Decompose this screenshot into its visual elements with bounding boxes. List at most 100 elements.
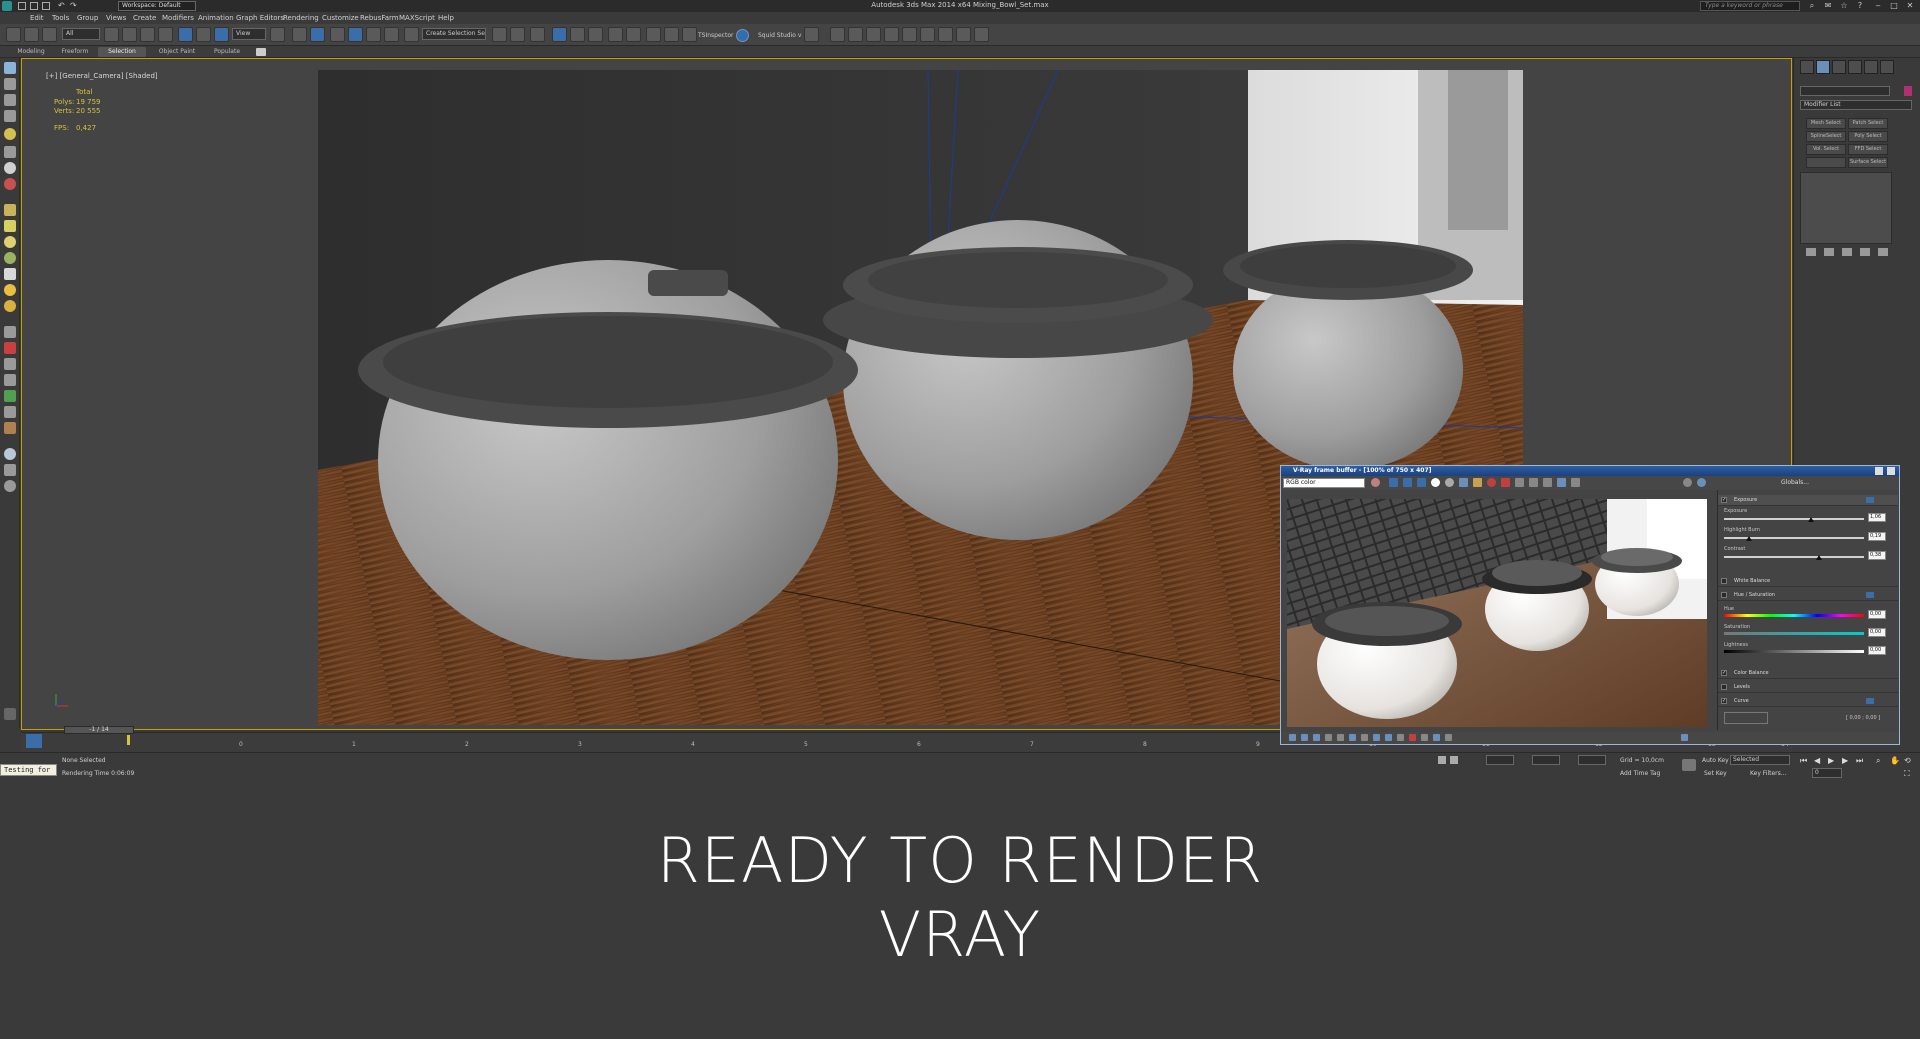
vfb-bottom-icon-2[interactable] <box>1301 734 1308 741</box>
expand-arrow-icon[interactable] <box>4 708 16 720</box>
globals-button[interactable]: Globals... <box>1781 479 1809 486</box>
camera-icon[interactable] <box>4 146 16 158</box>
spacewarp-icon[interactable] <box>4 358 16 370</box>
display-icon[interactable] <box>4 110 16 122</box>
exposure-checkbox[interactable]: ✓ <box>1721 497 1727 503</box>
remove-modifier-icon[interactable] <box>1860 248 1870 256</box>
vfb-bottom-icon-12[interactable] <box>1421 734 1428 741</box>
menu-modifiers[interactable]: Modifiers <box>162 14 194 22</box>
search-icon[interactable]: ⌕ <box>1806 1 1818 11</box>
select-rotate-icon[interactable] <box>196 27 211 42</box>
graphite-toggle-icon[interactable] <box>570 27 585 42</box>
track-mouse-icon[interactable] <box>1529 478 1538 487</box>
favorites-icon[interactable]: ☆ <box>1838 1 1850 11</box>
red-channel-icon[interactable] <box>1389 478 1398 487</box>
plugin-4-icon[interactable] <box>866 27 881 42</box>
align-icon[interactable] <box>510 27 525 42</box>
rendered-frame-window-icon[interactable] <box>664 27 679 42</box>
curve-row[interactable]: ✓ Curve <box>1718 696 1898 707</box>
vfb-bottom-icon-3[interactable] <box>1313 734 1320 741</box>
history-icon[interactable] <box>1543 478 1552 487</box>
tab-object-paint[interactable]: Object Paint <box>152 47 202 57</box>
search-input[interactable]: Type a keyword or phrase <box>1700 1 1800 11</box>
select-scale-icon[interactable] <box>214 27 229 42</box>
maximize-viewport-icon[interactable]: ⛶ <box>1904 769 1910 779</box>
z-coordinate-field[interactable] <box>1578 755 1606 765</box>
mesh-select-button[interactable]: Mesh Select <box>1806 118 1846 129</box>
menu-tools[interactable]: Tools <box>52 14 69 22</box>
tab-populate[interactable]: Populate <box>206 47 248 57</box>
absolute-mode-icon[interactable] <box>1450 756 1458 764</box>
vfb-minimize-icon[interactable] <box>1875 467 1883 475</box>
plugin-2-icon[interactable] <box>830 27 845 42</box>
plugin-10-icon[interactable] <box>974 27 989 42</box>
hue-saturation-options-icon[interactable] <box>1866 592 1874 598</box>
render-setup-icon[interactable] <box>646 27 661 42</box>
modifier-stack[interactable] <box>1800 172 1892 244</box>
lightness-value[interactable]: 0,00 <box>1868 646 1886 655</box>
save-image-icon[interactable] <box>1371 478 1380 487</box>
blue-channel-icon[interactable] <box>1417 478 1426 487</box>
vray-frame-buffer-window[interactable]: V-Ray frame buffer - [100% of 750 x 407]… <box>1280 465 1900 745</box>
spinner-snap-icon[interactable] <box>384 27 399 42</box>
alpha-channel-icon[interactable] <box>1431 478 1440 487</box>
x-coordinate-field[interactable] <box>1486 755 1514 765</box>
exposure-row[interactable]: ✓ Exposure <box>1718 495 1898 506</box>
selection-filter-dropdown[interactable]: All <box>62 28 100 40</box>
hue-slider[interactable] <box>1724 614 1864 617</box>
sort-icon[interactable] <box>4 78 16 90</box>
shape-icon[interactable] <box>4 178 16 190</box>
tab-freeform[interactable]: Freeform <box>54 47 96 57</box>
saturation-value[interactable]: 0,00 <box>1868 628 1886 637</box>
vfb-bottom-icon-15[interactable] <box>1681 734 1688 741</box>
vfb-bottom-icon-11[interactable] <box>1409 734 1416 741</box>
curve-checkbox[interactable]: ✓ <box>1721 698 1727 704</box>
vfb-bottom-icon-5[interactable] <box>1337 734 1344 741</box>
named-selection-dropdown[interactable]: Create Selection Se <box>422 28 486 40</box>
highlight-burn-slider-thumb[interactable] <box>1746 536 1753 541</box>
hierarchy-icon[interactable] <box>4 94 16 106</box>
bone-icon[interactable] <box>4 326 16 338</box>
light-icon[interactable] <box>4 128 16 140</box>
minimize-icon[interactable]: ‒ <box>1872 1 1884 11</box>
show-end-result-icon[interactable] <box>1824 248 1834 256</box>
y-coordinate-field[interactable] <box>1532 755 1560 765</box>
clear-icon[interactable] <box>1487 478 1496 487</box>
white-balance-checkbox[interactable] <box>1721 578 1727 584</box>
vfb-bottom-icon-7[interactable] <box>1361 734 1368 741</box>
scene-explorer-icon[interactable] <box>530 27 545 42</box>
mirror-icon[interactable] <box>492 27 507 42</box>
menu-create[interactable]: Create <box>133 14 156 22</box>
particle-icon[interactable] <box>4 342 16 354</box>
orbit-icon[interactable]: ⟲ <box>1904 756 1911 765</box>
hue-value[interactable]: 0,00 <box>1868 610 1886 619</box>
patch-select-button[interactable]: Patch Select <box>1848 118 1888 129</box>
close-icon[interactable]: ✕ <box>1904 1 1916 11</box>
info-icon[interactable] <box>4 480 16 492</box>
auto-key-button[interactable]: Auto Key <box>1702 757 1729 764</box>
configure-modifier-sets-icon[interactable] <box>1878 248 1888 256</box>
exposure-options-icon[interactable] <box>1866 497 1874 503</box>
play-icon[interactable]: ▶ <box>1828 756 1834 765</box>
hue-saturation-checkbox[interactable] <box>1721 592 1727 598</box>
vol-select-button[interactable]: Vol. Select <box>1806 144 1846 155</box>
vfb-bottom-icon-8[interactable] <box>1373 734 1380 741</box>
menu-customize[interactable]: Customize <box>322 14 359 22</box>
rendered-image[interactable] <box>1287 499 1707 727</box>
box-icon[interactable] <box>4 220 16 232</box>
stop-render-icon[interactable] <box>1501 478 1510 487</box>
zoom-icon[interactable]: ⌕ <box>1876 756 1880 766</box>
menu-animation[interactable]: Animation <box>198 14 234 22</box>
sphere-icon[interactable] <box>4 236 16 248</box>
system-icon[interactable] <box>4 374 16 386</box>
levels-row[interactable]: Levels <box>1718 682 1898 693</box>
vfb-bottom-icon-4[interactable] <box>1325 734 1332 741</box>
maximize-icon[interactable]: □ <box>1888 1 1900 11</box>
object-color-swatch[interactable] <box>1904 86 1912 96</box>
angle-snap-icon[interactable] <box>348 27 363 42</box>
add-time-tag[interactable]: Add Time Tag <box>1620 770 1660 777</box>
color-balance-row[interactable]: ✓ Color Balance <box>1718 668 1898 679</box>
load-icon[interactable] <box>1473 478 1482 487</box>
time-slider[interactable]: -1 / 14 <box>64 726 134 734</box>
render-production-icon[interactable] <box>682 27 697 42</box>
